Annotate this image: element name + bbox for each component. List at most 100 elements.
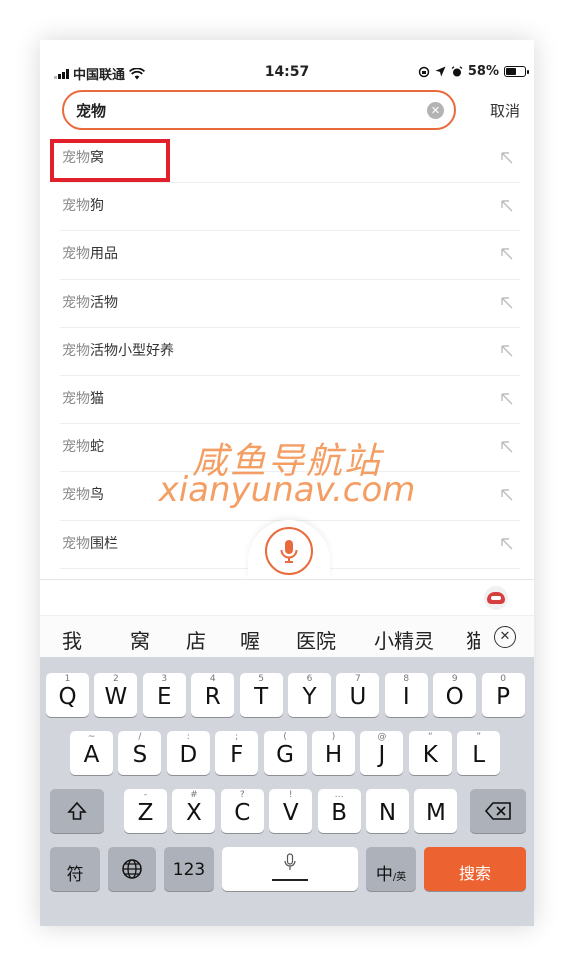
- suggestion-text: 宠物猫: [62, 376, 104, 423]
- suggestion-text: 宠物狗: [62, 183, 104, 230]
- suggestion-text: 宠物活物: [62, 280, 118, 327]
- key-m[interactable]: M: [414, 789, 458, 833]
- phone-screen: 中国联通 14:57 58% 宠物 ✕ 取消 宠物窝 宠物狗 宠物用品 宠物活物…: [40, 40, 534, 926]
- backspace-key[interactable]: [470, 789, 526, 833]
- fill-query-arrow-icon[interactable]: [500, 392, 514, 406]
- key-label: C: [234, 800, 251, 826]
- key-h[interactable]: ) H: [312, 731, 355, 775]
- fill-query-arrow-icon[interactable]: [500, 537, 514, 551]
- clear-icon[interactable]: ✕: [427, 102, 444, 119]
- language-switch-key[interactable]: [108, 847, 156, 891]
- key-x[interactable]: # X: [172, 789, 216, 833]
- key-j[interactable]: @ J: [360, 731, 404, 775]
- candidate-word[interactable]: 窝: [130, 625, 150, 654]
- key-i[interactable]: 8I: [384, 673, 428, 717]
- key-label: I: [402, 684, 410, 710]
- candidate-word[interactable]: 喔: [240, 625, 260, 654]
- key-label: S: [132, 742, 148, 768]
- fill-query-arrow-icon[interactable]: [500, 247, 514, 261]
- key-v[interactable]: ! V: [269, 789, 313, 833]
- suggestion-rest: 狗: [90, 198, 104, 215]
- candidate-word[interactable]: 我: [62, 625, 82, 654]
- key-g[interactable]: (G: [263, 731, 307, 775]
- suggestion-rest: 猫: [90, 390, 104, 407]
- search-box[interactable]: ✕: [62, 90, 456, 130]
- key-alt-char: :: [186, 732, 190, 742]
- candidate-bar: ✕ 我 窝 店 喔 医院 小精灵 猫: [40, 615, 534, 657]
- key-label: K: [422, 742, 438, 768]
- suggestion-prefix: 宠物: [62, 535, 90, 552]
- suggestion-item[interactable]: 宠物活物小型好养: [60, 328, 520, 376]
- backspace-icon: [484, 802, 511, 820]
- candidate-word[interactable]: 店: [186, 625, 206, 654]
- cancel-button[interactable]: 取消: [490, 100, 520, 121]
- key-alt-char: …: [334, 790, 344, 800]
- key-alt-char: 5: [258, 674, 264, 684]
- key-alt-char: -: [143, 790, 148, 800]
- fill-query-arrow-icon[interactable]: [500, 151, 514, 165]
- key-c[interactable]: ? C: [220, 789, 264, 833]
- key-a[interactable]: ~ A: [70, 731, 113, 775]
- key-q[interactable]: 1Q: [46, 673, 89, 717]
- key-y[interactable]: 6Y: [288, 673, 331, 717]
- key-label: M: [425, 800, 446, 826]
- candidate-word[interactable]: 小精灵: [374, 625, 434, 654]
- symbols-key[interactable]: 符: [50, 847, 100, 891]
- keyboard: 1 Q 2 W 3 E 4 R 5 T 6 Y 7 U 8 I 9 O 0 P ~ A / S: D; F(G) H @ J “K” L - Z…: [40, 657, 534, 926]
- suggestion-item[interactable]: 宠物用品: [60, 231, 520, 280]
- chinese-english-key[interactable]: 中/英: [366, 847, 416, 891]
- key-alt-char: ): [331, 732, 336, 742]
- key-o[interactable]: 9O: [433, 673, 477, 717]
- highlight-box: [50, 139, 170, 182]
- key-alt-char: #: [190, 790, 198, 800]
- key-label: T: [254, 684, 269, 710]
- shift-key[interactable]: [50, 789, 104, 833]
- key-t[interactable]: 5T: [239, 673, 283, 717]
- alarm-icon: [451, 65, 463, 76]
- key-n[interactable]: N: [366, 789, 409, 833]
- suggestion-prefix: 宠物: [62, 198, 90, 215]
- ime-mascot-icon[interactable]: [484, 586, 508, 610]
- key-l[interactable]: ” L: [457, 731, 501, 775]
- key-alt-char: ;: [235, 732, 239, 742]
- key-label: W: [104, 684, 128, 710]
- status-bar: 中国联通 14:57 58%: [40, 40, 534, 84]
- suggestion-prefix: 宠物: [62, 294, 90, 311]
- key-r[interactable]: 4R: [191, 673, 235, 717]
- suggestion-item[interactable]: 宠物活物: [60, 280, 520, 328]
- close-candidates-icon[interactable]: ✕: [494, 626, 516, 648]
- candidate-word[interactable]: 医院: [296, 625, 336, 654]
- candidate-word[interactable]: 猫: [466, 625, 480, 654]
- key-f[interactable]: ; F: [215, 731, 259, 775]
- key-label: 123: [172, 860, 206, 880]
- key-label: H: [324, 742, 343, 768]
- key-s[interactable]: / S: [118, 731, 162, 775]
- key-label: R: [204, 684, 221, 710]
- key-e[interactable]: 3E: [142, 673, 186, 717]
- key-z[interactable]: -Z: [124, 789, 167, 833]
- key-alt-char: 8: [403, 674, 410, 684]
- fill-query-arrow-icon[interactable]: [500, 199, 514, 213]
- globe-icon: [122, 859, 142, 879]
- battery-percent: 58%: [467, 64, 499, 79]
- voice-input-button[interactable]: [265, 527, 313, 575]
- search-submit-key[interactable]: 搜索: [424, 847, 526, 891]
- search-input[interactable]: [76, 99, 416, 121]
- key-w[interactable]: 2W: [94, 673, 138, 717]
- shift-icon: [67, 801, 87, 820]
- space-key[interactable]: [222, 847, 358, 891]
- suggestion-item[interactable]: 宠物狗: [60, 183, 520, 232]
- numbers-key[interactable]: 123: [164, 847, 214, 891]
- key-label: U: [349, 684, 367, 710]
- key-u[interactable]: 7U: [336, 673, 380, 717]
- key-alt-char: !: [288, 790, 293, 800]
- key-b[interactable]: … B: [317, 789, 361, 833]
- key-k[interactable]: “K: [408, 731, 452, 775]
- key-d[interactable]: :D: [166, 731, 210, 775]
- key-p[interactable]: 0P: [481, 673, 525, 717]
- fill-query-arrow-icon[interactable]: [500, 296, 514, 310]
- key-label: G: [276, 742, 294, 768]
- watermark-url: xianyunav.com: [158, 470, 416, 510]
- fill-query-arrow-icon[interactable]: [500, 344, 514, 358]
- suggestion-item[interactable]: 宠物猫: [60, 376, 520, 425]
